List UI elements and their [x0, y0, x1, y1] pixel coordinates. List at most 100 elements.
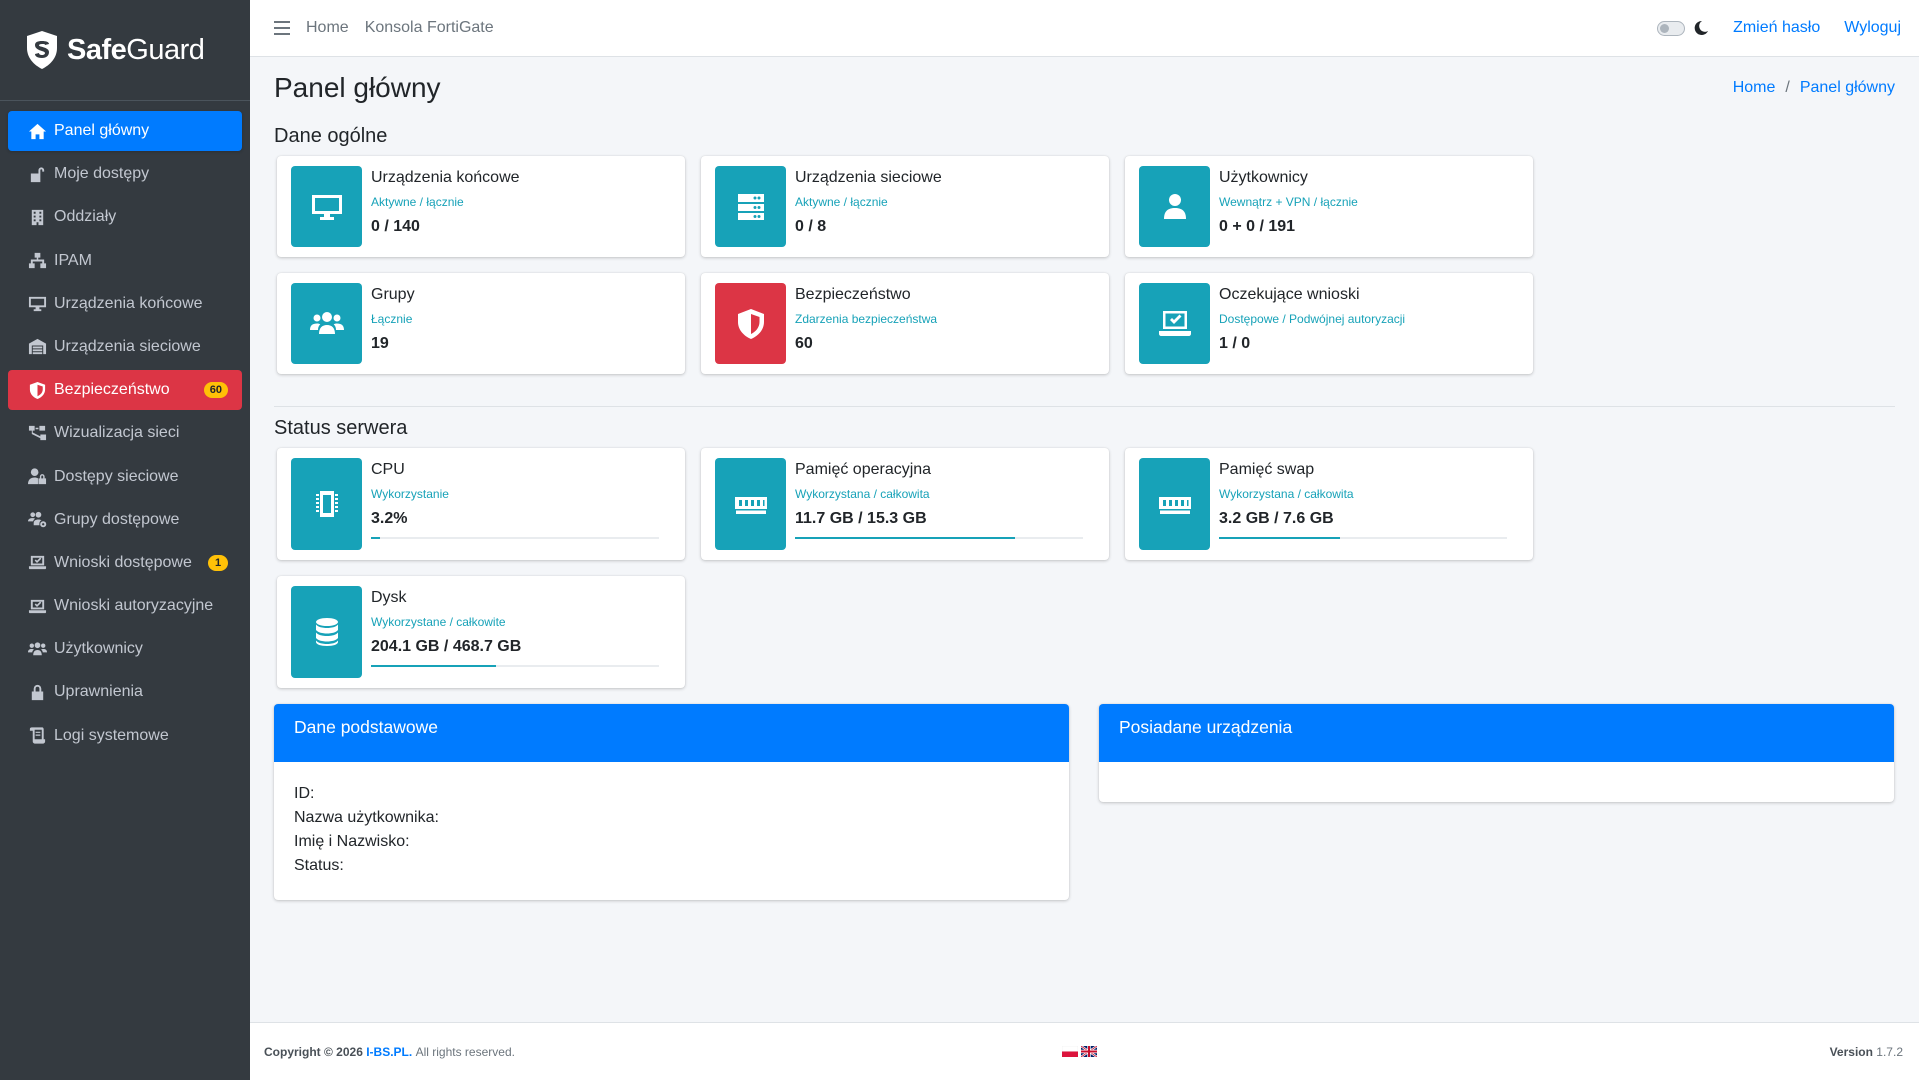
- requests-count-badge: 1: [208, 554, 228, 571]
- info-box-value: 19: [371, 335, 389, 352]
- sidebar-nav: Panel główny Moje dostępy Oddziały IPAM …: [0, 101, 250, 769]
- footer-rights: All rights reserved.: [415, 1044, 515, 1059]
- card-title: Posiadane urządzenia: [1099, 704, 1894, 762]
- sidebar-item-label: Uprawnienia: [54, 683, 143, 701]
- card-body: ID: Nazwa użytkownika: Imię i Nazwisko: …: [274, 762, 1069, 900]
- footer-company-link[interactable]: I-BS.PL.: [366, 1045, 412, 1059]
- sidebar-item-logi-systemowe[interactable]: Logi systemowe: [8, 716, 242, 756]
- field-id: ID:: [294, 785, 315, 802]
- bottom-cards: Dane podstawowe ID: Nazwa użytkownika: I…: [274, 704, 1895, 900]
- section-divider: [274, 406, 1895, 407]
- info-box-value: 0 + 0 / 191: [1219, 218, 1296, 235]
- info-box-title: Pamięć operacyjna: [795, 461, 932, 478]
- sidebar-item-dostepy-sieciowe[interactable]: Dostępy sieciowe: [8, 457, 242, 497]
- sidebar-item-urzadzenia-sieciowe[interactable]: Urządzenia sieciowe: [8, 327, 242, 367]
- sidebar-item-label: Użytkownicy: [54, 640, 143, 658]
- info-box-body: Oczekujące wnioski Dostępowe / Podwójnej…: [1210, 283, 1519, 364]
- progress-fill: [795, 537, 1016, 539]
- info-box-value: 60: [795, 335, 813, 352]
- menu-toggle-icon[interactable]: [274, 21, 290, 35]
- info-box-subtitle: Łącznie: [371, 312, 413, 326]
- sidebar-item-wizualizacja-sieci[interactable]: Wizualizacja sieci: [8, 413, 242, 453]
- info-box-title: Pamięć swap: [1219, 461, 1315, 478]
- info-box-subtitle: Aktywne / łącznie: [795, 195, 888, 209]
- breadcrumb: Home / Panel główny: [1733, 79, 1895, 97]
- info-box-value: 0 / 140: [371, 218, 420, 235]
- info-box-pending-requests[interactable]: Oczekujące wnioski Dostępowe / Podwójnej…: [1125, 273, 1533, 374]
- user-lock-icon: [27, 467, 47, 487]
- info-box-title: Bezpieczeństwo: [795, 286, 911, 303]
- info-box-value: 11.7 GB / 15.3 GB: [795, 510, 927, 527]
- top-link-fortigate-console[interactable]: Konsola FortiGate: [365, 19, 494, 37]
- info-box-body: Dysk Wykorzystane / całkowite 204.1 GB /…: [362, 586, 671, 678]
- sidebar-item-label: Oddziały: [54, 208, 117, 226]
- info-box-users[interactable]: Użytkownicy Wewnątrz + VPN / łącznie 0 +…: [1125, 156, 1533, 257]
- info-box-disk[interactable]: Dysk Wykorzystane / całkowite 204.1 GB /…: [277, 576, 685, 688]
- diagram-icon: [27, 423, 47, 443]
- info-box-value: 3.2%: [371, 510, 408, 527]
- english-flag-icon[interactable]: [1081, 1046, 1097, 1057]
- top-link-home[interactable]: Home: [306, 19, 349, 37]
- info-box-value: 3.2 GB / 7.6 GB: [1219, 510, 1334, 527]
- lock-icon: [27, 682, 47, 702]
- laptop-check-icon: [27, 596, 47, 616]
- section-title-general: Dane ogólne: [274, 125, 388, 147]
- info-box-security[interactable]: Bezpieczeństwo Zdarzenia bezpieczeństwa …: [701, 273, 1109, 374]
- building-icon: [27, 207, 47, 227]
- sidebar-item-grupy-dostepowe[interactable]: Grupy dostępowe: [8, 500, 242, 540]
- info-box-title: Oczekujące wnioski: [1219, 286, 1360, 303]
- change-password-link[interactable]: Zmień hasło: [1733, 19, 1820, 37]
- logout-link[interactable]: Wyloguj: [1844, 19, 1901, 37]
- sidebar-item-bezpieczenstwo[interactable]: Bezpieczeństwo 60: [8, 370, 242, 411]
- sidebar-item-moje-dostepy[interactable]: Moje dostępy: [8, 154, 242, 194]
- info-box-network-devices[interactable]: Urządzenia sieciowe Aktywne / łącznie 0 …: [701, 156, 1109, 257]
- brand-logo[interactable]: SafeGuard: [0, 0, 250, 101]
- sidebar: SafeGuard Panel główny Moje dostępy Oddz…: [0, 0, 250, 1080]
- database-icon: [291, 586, 362, 678]
- polish-flag-icon[interactable]: [1062, 1046, 1078, 1057]
- info-box-subtitle: Wykorzystana / całkowita: [795, 487, 930, 501]
- info-box-subtitle: Dostępowe / Podwójnej autoryzacji: [1219, 312, 1406, 326]
- info-box-swap[interactable]: Pamięć swap Wykorzystana / całkowita 3.2…: [1125, 448, 1533, 560]
- card-title: Dane podstawowe: [274, 704, 1069, 762]
- info-box-value: 1 / 0: [1219, 335, 1251, 352]
- progress-fill: [1219, 537, 1340, 539]
- info-box-groups[interactable]: Grupy Łącznie 19: [277, 273, 685, 374]
- main-content: Panel główny Home / Panel główny Dane og…: [250, 57, 1919, 1022]
- info-box-subtitle: Aktywne / łącznie: [371, 195, 464, 209]
- memory-icon: [715, 458, 786, 550]
- dark-mode-toggle[interactable]: [1657, 20, 1686, 36]
- info-box-body: Bezpieczeństwo Zdarzenia bezpieczeństwa …: [786, 283, 1095, 364]
- info-box-body: Urządzenia sieciowe Aktywne / łącznie 0 …: [786, 166, 1095, 247]
- sidebar-item-uzytkownicy[interactable]: Użytkownicy: [8, 629, 242, 669]
- info-box-endpoints[interactable]: Urządzenia końcowe Aktywne / łącznie 0 /…: [277, 156, 685, 257]
- info-box-subtitle: Wykorzystanie: [371, 487, 449, 501]
- moon-icon: [1694, 20, 1709, 35]
- sidebar-item-oddzialy[interactable]: Oddziały: [8, 197, 242, 237]
- users-icon: [291, 283, 362, 364]
- sidebar-item-ipam[interactable]: IPAM: [8, 241, 242, 281]
- breadcrumb-home[interactable]: Home: [1733, 79, 1776, 97]
- sidebar-item-uprawnienia[interactable]: Uprawnienia: [8, 672, 242, 712]
- topbar: Home Konsola FortiGate Zmień hasło Wylog…: [250, 0, 1919, 57]
- info-box-cpu[interactable]: CPU Wykorzystanie 3.2%: [277, 448, 685, 560]
- info-box-ram[interactable]: Pamięć operacyjna Wykorzystana / całkowi…: [701, 448, 1109, 560]
- info-box-subtitle: Wykorzystane / całkowite: [371, 615, 506, 629]
- sidebar-item-label: Wnioski autoryzacyjne: [54, 597, 214, 615]
- sidebar-item-panel-glowny[interactable]: Panel główny: [8, 111, 242, 151]
- sidebar-item-label: Moje dostępy: [54, 165, 150, 183]
- field-full-name: Imię i Nazwisko:: [294, 833, 410, 850]
- sidebar-item-wnioski-dostepowe[interactable]: Wnioski dostępowe 1: [8, 543, 242, 583]
- footer-copyright: Copyright © 2026: [264, 1044, 363, 1059]
- info-box-body: CPU Wykorzystanie 3.2%: [362, 458, 671, 550]
- sidebar-item-wnioski-autoryzacyjne[interactable]: Wnioski autoryzacyjne: [8, 586, 242, 626]
- breadcrumb-current: Panel główny: [1799, 79, 1895, 96]
- info-box-subtitle: Wewnątrz + VPN / łącznie: [1219, 195, 1358, 209]
- users-icon: [27, 639, 47, 659]
- shield-icon: [715, 283, 786, 364]
- laptop-check-icon: [27, 553, 47, 573]
- info-box-title: Użytkownicy: [1219, 169, 1308, 186]
- owned-devices-card: Posiadane urządzenia: [1099, 704, 1894, 802]
- laptop-check-icon: [1139, 283, 1210, 364]
- sidebar-item-urzadzenia-koncowe[interactable]: Urządzenia końcowe: [8, 284, 242, 324]
